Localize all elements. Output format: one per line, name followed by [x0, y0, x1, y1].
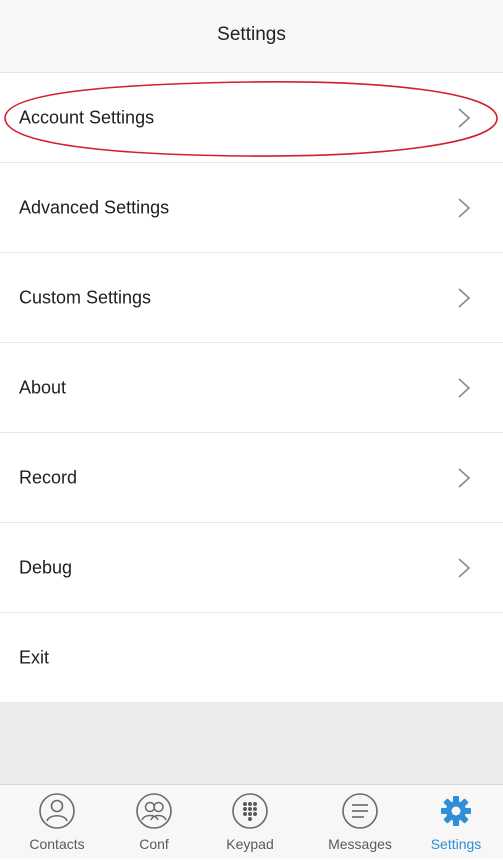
settings-item-label: Account Settings — [19, 107, 155, 127]
settings-item-advanced[interactable]: Advanced Settings — [0, 163, 503, 253]
settings-item-debug[interactable]: Debug — [0, 523, 503, 613]
settings-item-account[interactable]: Account Settings — [0, 73, 503, 163]
tab-keypad[interactable]: Keypad — [205, 785, 295, 860]
message-icon — [342, 793, 378, 829]
group-icon — [136, 793, 172, 829]
settings-item-record[interactable]: Record — [0, 433, 503, 523]
settings-item-label: Record — [19, 467, 78, 487]
person-icon — [39, 793, 75, 829]
tab-conf[interactable]: Conf — [109, 785, 199, 860]
tab-contacts[interactable]: Contacts — [12, 785, 102, 860]
empty-space — [0, 702, 503, 784]
settings-item-label: Custom Settings — [19, 287, 152, 307]
tab-label: Settings — [430, 836, 482, 852]
settings-item-custom[interactable]: Custom Settings — [0, 253, 503, 343]
app-header: Settings — [0, 0, 503, 73]
settings-item-label: Exit — [19, 647, 50, 668]
chevron-right-icon — [458, 197, 471, 218]
tab-label: Keypad — [226, 836, 274, 852]
page-title: Settings — [217, 24, 286, 45]
tab-label: Messages — [328, 836, 392, 852]
bottom-tab-bar: Contacts Conf Keypad Messages Settings — [0, 784, 503, 859]
tab-label: Conf — [139, 836, 169, 852]
chevron-right-icon — [458, 107, 471, 128]
settings-item-exit[interactable]: Exit — [0, 613, 503, 703]
tab-label: Contacts — [29, 836, 85, 852]
settings-item-about[interactable]: About — [0, 343, 503, 433]
chevron-right-icon — [458, 377, 471, 398]
gear-icon — [441, 796, 471, 826]
chevron-right-icon — [458, 467, 471, 488]
tab-messages[interactable]: Messages — [315, 785, 405, 860]
keypad-icon — [232, 793, 268, 829]
settings-list: Account Settings Advanced Settings Custo… — [0, 73, 503, 703]
settings-item-label: Debug — [19, 557, 73, 577]
settings-item-label: About — [19, 377, 67, 397]
chevron-right-icon — [458, 287, 471, 308]
settings-item-label: Advanced Settings — [19, 197, 170, 217]
chevron-right-icon — [458, 557, 471, 578]
tab-settings[interactable]: Settings — [411, 785, 501, 860]
